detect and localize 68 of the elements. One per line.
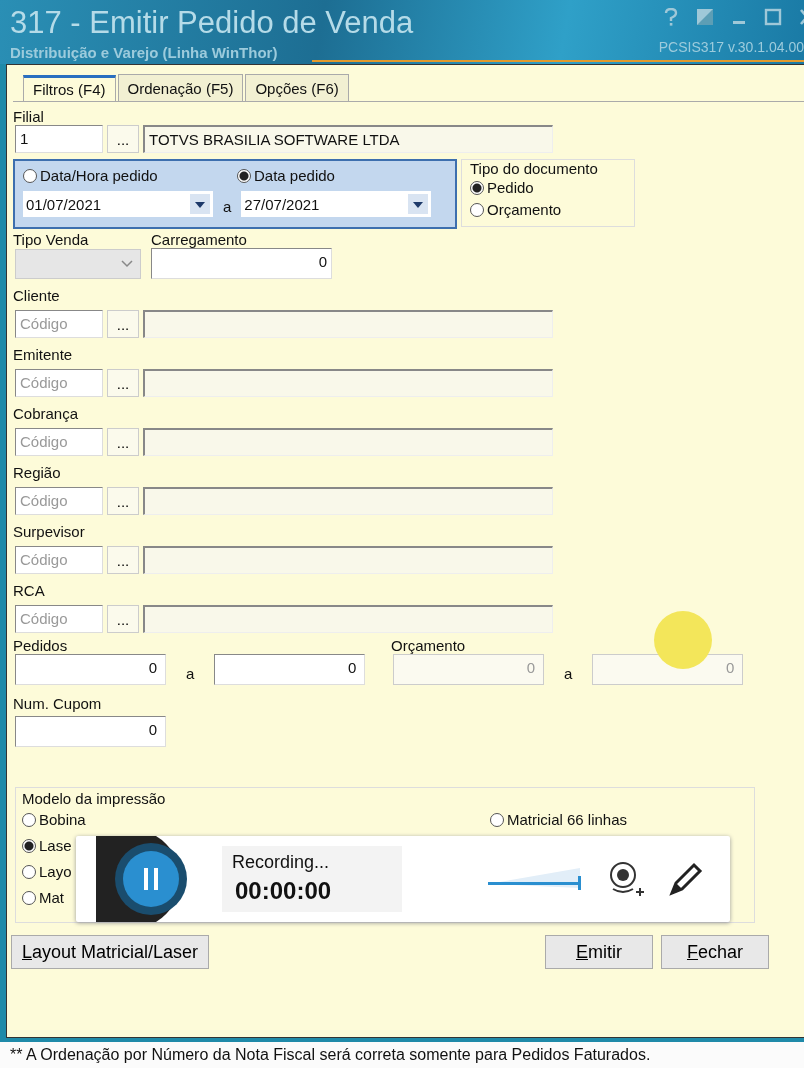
number-field[interactable]: 0 xyxy=(15,654,166,685)
radio-button[interactable] xyxy=(22,839,36,853)
group-title: Modelo da impressão xyxy=(22,790,167,807)
window-subtitle: Distribuição e Varejo (Linha WinThor) xyxy=(10,44,279,61)
emit-button[interactable]: Emitir xyxy=(545,935,653,969)
volume-slider[interactable] xyxy=(486,866,582,892)
field-label: Carregamento xyxy=(151,231,248,248)
lookup-button[interactable]: ... xyxy=(107,487,139,515)
field-label: Emitente xyxy=(13,346,74,363)
radio-label: Bobina xyxy=(39,810,86,830)
radio-label: Lase xyxy=(39,836,72,856)
radio-label: Orçamento xyxy=(487,200,562,220)
field-label: RCA xyxy=(13,582,46,599)
loading-field[interactable]: 0 xyxy=(151,248,332,279)
description-field: TOTVS BRASILIA SOFTWARE LTDA xyxy=(143,125,553,153)
radio-label: Layo xyxy=(39,862,72,882)
field-label: Filial xyxy=(13,108,45,125)
tab[interactable]: Ordenação (F5) xyxy=(117,74,244,101)
radio-button[interactable] xyxy=(470,181,484,195)
radio-button[interactable] xyxy=(23,169,37,183)
field-label: Tipo Venda xyxy=(13,231,90,248)
version-label: PCSIS317 v.30.1.04.00 xyxy=(658,39,804,55)
lookup-button[interactable]: ... xyxy=(107,310,139,338)
field-label: Cobrança xyxy=(13,405,80,422)
radio-label: Pedido xyxy=(487,178,534,198)
code-field[interactable]: 1 xyxy=(15,125,103,153)
radio-button[interactable] xyxy=(470,203,484,217)
footer-note: ** A Ordenação por Número da Nota Fiscal será correta somente para Pedidos Faturados. xyxy=(0,1042,804,1068)
group-title: Tipo do documento xyxy=(470,160,599,177)
radio-label: Mat xyxy=(39,888,64,908)
dropdown-icon[interactable] xyxy=(190,194,210,214)
range-separator: a xyxy=(564,665,573,682)
lookup-button[interactable]: ... xyxy=(107,125,139,153)
field-label: Num. Cupom xyxy=(13,695,103,712)
maximize-icon[interactable] xyxy=(764,8,782,26)
field-label: Cliente xyxy=(13,287,61,304)
recording-timer: 00:00:00 xyxy=(235,876,333,906)
dropdown-icon[interactable] xyxy=(408,194,429,214)
radio-button[interactable] xyxy=(22,891,36,905)
radio-label: Data pedido xyxy=(254,166,335,186)
field-label: Orçamento xyxy=(391,637,467,654)
radio-button[interactable] xyxy=(22,865,36,879)
field-label: Pedidos xyxy=(13,637,69,654)
radio-label: Data/Hora pedido xyxy=(40,166,158,186)
layout-button[interactable]: Layout Matricial/Laser xyxy=(11,935,210,969)
lookup-button[interactable]: ... xyxy=(107,546,139,574)
radio-button[interactable] xyxy=(490,813,504,827)
cursor-highlight xyxy=(653,610,713,670)
tab[interactable]: Filtros (F4) xyxy=(23,75,116,102)
date-field[interactable]: 01/07/2021 xyxy=(23,191,213,217)
field-label: Surpevisor xyxy=(13,523,86,540)
radio-button[interactable] xyxy=(237,169,251,183)
chevron-icon xyxy=(120,259,134,269)
tab[interactable]: Opções (F6) xyxy=(245,74,349,101)
window-title: 317 - Emitir Pedido de Venda xyxy=(10,6,414,40)
number-field[interactable]: 0 xyxy=(214,654,366,685)
coupon-field[interactable]: 0 xyxy=(15,716,166,747)
field-label: Região xyxy=(13,464,62,481)
close-button[interactable]: Fechar xyxy=(661,935,769,969)
radio-label: Matricial 66 linhas xyxy=(507,810,628,830)
range-separator: a xyxy=(186,665,195,682)
date-field[interactable]: 27/07/2021 xyxy=(241,191,432,217)
radio-button[interactable] xyxy=(22,813,36,827)
lookup-button[interactable]: ... xyxy=(107,369,139,397)
lookup-button[interactable]: ... xyxy=(107,428,139,456)
lookup-button[interactable]: ... xyxy=(107,605,139,633)
range-separator: a xyxy=(223,197,232,215)
recording-status: Recording... xyxy=(232,851,331,874)
